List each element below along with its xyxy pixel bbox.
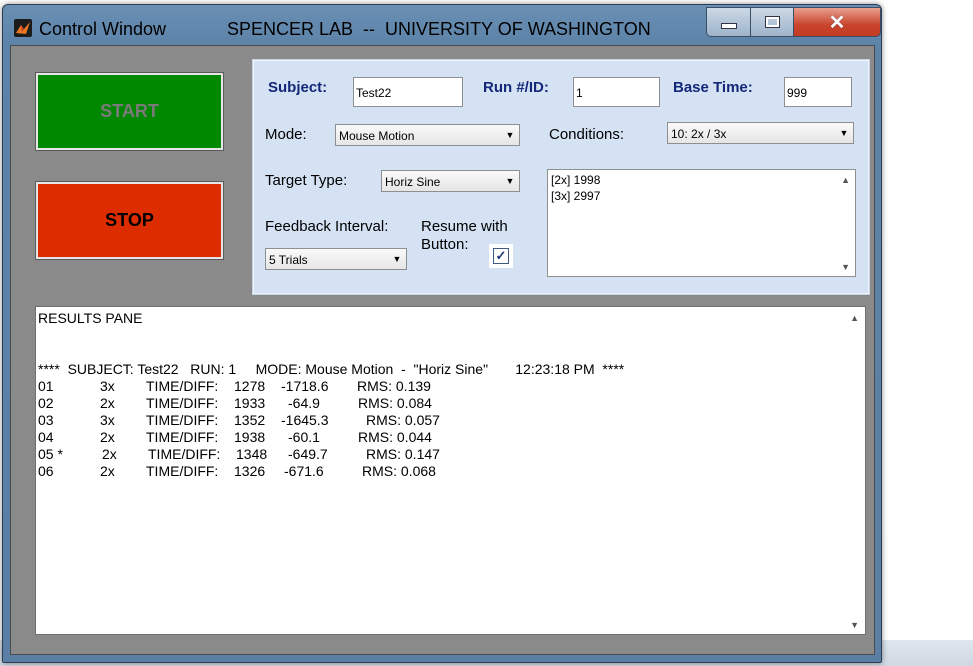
minimize-icon	[720, 23, 737, 29]
result-cell-trial: 02	[38, 395, 54, 411]
result-cell-label: TIME/DIFF:	[146, 378, 219, 394]
results-heading: RESULTS PANE	[38, 310, 143, 326]
result-cell-rms: RMS: 0.044	[358, 429, 432, 445]
dropdown-arrow-icon: ▼	[839, 128, 849, 138]
minimize-button[interactable]	[706, 7, 751, 37]
client-area: START STOP Subject: Test22 Run #/ID: 1 B…	[10, 45, 875, 655]
dropdown-arrow-icon: ▼	[505, 130, 515, 140]
run-id-field[interactable]: 1	[573, 77, 660, 107]
result-cell-time: 1278	[234, 378, 266, 394]
result-cell-diff: -64.9	[288, 395, 320, 411]
settings-panel: Subject: Test22 Run #/ID: 1 Base Time: 9…	[252, 59, 870, 295]
result-cell-trial: 03	[38, 412, 54, 428]
resume-checkbox[interactable]: ✓	[493, 248, 509, 264]
dropdown-arrow-icon: ▼	[392, 254, 402, 264]
target-type-select-value: Horiz Sine	[385, 175, 441, 189]
result-cell-trial: 05 *	[38, 446, 63, 462]
resume-button-label: Button:	[421, 236, 469, 253]
feedback-interval-label: Feedback Interval:	[265, 218, 389, 235]
result-cell-time: 1326	[234, 463, 266, 479]
scroll-up-icon[interactable]: ▲	[850, 313, 859, 323]
feedback-interval-select[interactable]: 5 Trials ▼	[265, 248, 407, 270]
start-button[interactable]: START	[35, 72, 224, 151]
maximize-button[interactable]	[750, 7, 794, 37]
conditions-select-value: 10: 2x / 3x	[671, 127, 727, 141]
title-bar[interactable]: Control Window SPENCER LAB -- UNIVERSITY…	[3, 5, 881, 45]
desktop-background	[880, 0, 973, 666]
result-cell-cond: 2x	[100, 395, 115, 411]
conditions-select[interactable]: 10: 2x / 3x ▼	[667, 122, 854, 144]
list-item[interactable]: [2x] 1998	[551, 173, 600, 187]
result-cell-rms: RMS: 0.139	[357, 378, 431, 394]
target-type-select[interactable]: Horiz Sine ▼	[381, 170, 520, 192]
result-cell-trial: 04	[38, 429, 54, 445]
result-cell-rms: RMS: 0.147	[366, 446, 440, 462]
subject-label: Subject:	[268, 79, 328, 96]
close-button[interactable]: ✕	[793, 7, 881, 37]
result-cell-label: TIME/DIFF:	[146, 412, 219, 428]
close-icon: ✕	[828, 11, 846, 34]
result-cell-trial: 01	[38, 378, 54, 394]
result-cell-label: TIME/DIFF:	[146, 395, 219, 411]
resume-with-label: Resume with	[421, 218, 508, 235]
result-cell-time: 1352	[234, 412, 266, 428]
conditions-label: Conditions:	[549, 126, 625, 143]
mode-select-value: Mouse Motion	[339, 129, 415, 143]
result-cell-time: 1933	[234, 395, 266, 411]
result-cell-cond: 3x	[100, 378, 115, 394]
results-header-line: **** SUBJECT: Test22 RUN: 1 MODE: Mouse …	[38, 361, 625, 377]
mode-select[interactable]: Mouse Motion ▼	[335, 124, 520, 146]
feedback-interval-select-value: 5 Trials	[269, 253, 308, 267]
results-pane[interactable]: RESULTS PANE **** SUBJECT: Test22 RUN: 1…	[35, 306, 866, 635]
base-time-field[interactable]: 999	[784, 77, 852, 107]
result-cell-rms: RMS: 0.057	[366, 412, 440, 428]
result-cell-label: TIME/DIFF:	[148, 446, 221, 462]
lab-title: SPENCER LAB -- UNIVERSITY OF WASHINGTON	[227, 19, 651, 39]
list-item[interactable]: [3x] 2997	[551, 189, 600, 203]
result-cell-diff: -649.7	[288, 446, 328, 462]
scroll-down-icon[interactable]: ▼	[841, 262, 850, 272]
stop-button[interactable]: STOP	[35, 181, 224, 260]
conditions-listbox[interactable]: [2x] 1998 [3x] 2997 ▲ ▼	[547, 169, 856, 277]
maximize-icon	[764, 16, 780, 28]
result-cell-label: TIME/DIFF:	[146, 463, 219, 479]
run-id-label: Run #/ID:	[483, 79, 549, 96]
target-type-label: Target Type:	[265, 172, 348, 189]
result-cell-cond: 3x	[100, 412, 115, 428]
dropdown-arrow-icon: ▼	[505, 176, 515, 186]
mode-label: Mode:	[265, 126, 307, 143]
checkmark-icon: ✓	[495, 248, 507, 263]
result-cell-cond: 2x	[100, 463, 115, 479]
scroll-up-icon[interactable]: ▲	[841, 175, 850, 185]
result-cell-time: 1348	[236, 446, 268, 462]
result-cell-diff: -671.6	[284, 463, 324, 479]
base-time-label: Base Time:	[673, 79, 753, 96]
result-cell-rms: RMS: 0.084	[358, 395, 432, 411]
result-cell-diff: -60.1	[288, 429, 320, 445]
window-title: Control Window	[39, 19, 167, 39]
control-window: Control Window SPENCER LAB -- UNIVERSITY…	[2, 4, 882, 663]
result-cell-cond: 2x	[100, 429, 115, 445]
result-cell-trial: 06	[38, 463, 54, 479]
result-cell-cond: 2x	[102, 446, 117, 462]
result-cell-diff: -1645.3	[281, 412, 329, 428]
result-cell-diff: -1718.6	[281, 378, 329, 394]
scroll-down-icon[interactable]: ▼	[850, 620, 859, 630]
result-cell-rms: RMS: 0.068	[362, 463, 436, 479]
matlab-logo-icon	[14, 19, 32, 37]
result-cell-label: TIME/DIFF:	[146, 429, 219, 445]
result-cell-time: 1938	[234, 429, 266, 445]
subject-field[interactable]: Test22	[353, 77, 463, 107]
